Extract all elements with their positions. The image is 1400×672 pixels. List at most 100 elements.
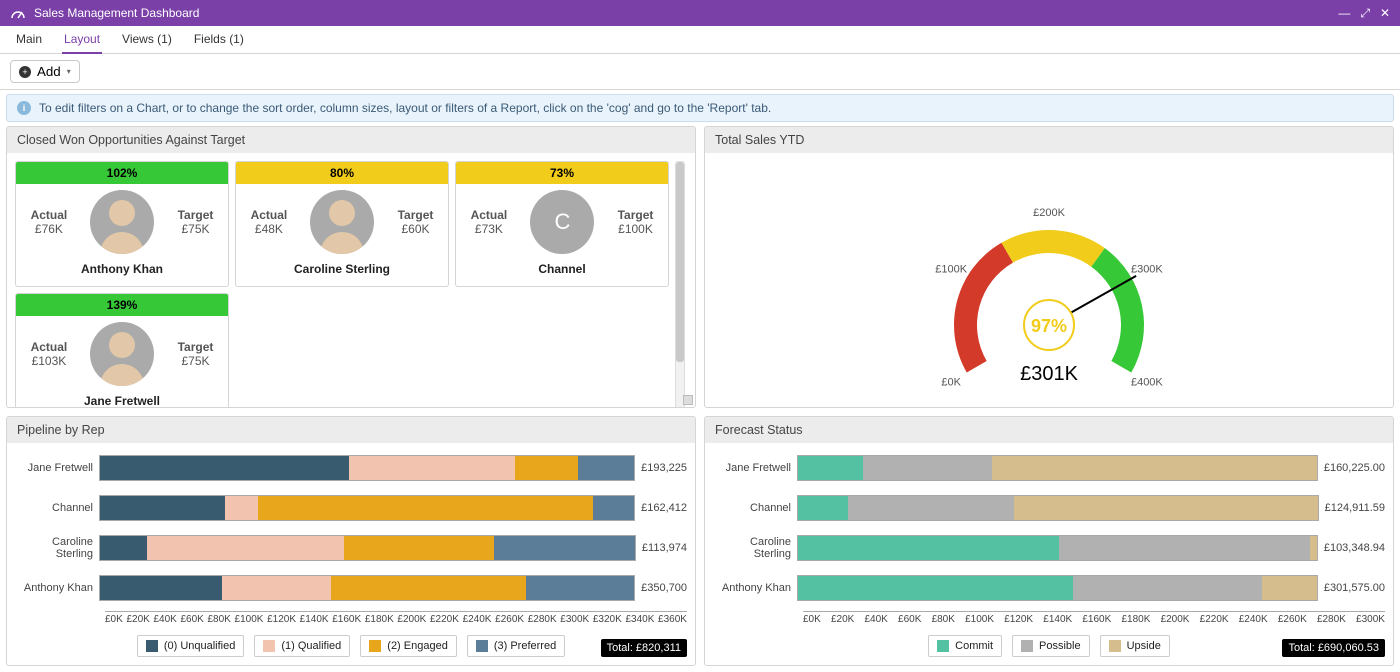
legend-swatch	[476, 640, 488, 652]
legend-item[interactable]: Commit	[928, 635, 1002, 657]
legend-swatch	[369, 640, 381, 652]
resize-grip[interactable]	[683, 395, 693, 405]
actual-value: £103K	[31, 354, 68, 368]
legend-swatch	[263, 640, 275, 652]
minimize-icon[interactable]: —	[1338, 6, 1350, 21]
bar-segment	[578, 456, 634, 480]
scrollbar-thumb[interactable]	[676, 162, 684, 362]
dashboard-icon	[10, 5, 26, 21]
gauge-chart: 97%£301K£0K£100K£200K£300K£400K	[899, 165, 1199, 395]
tab-layout[interactable]: Layout	[62, 26, 102, 54]
bar-segment	[1014, 496, 1317, 520]
bar-segment	[798, 456, 863, 480]
legend-label: (3) Preferred	[494, 640, 556, 652]
bar-segment	[494, 536, 635, 560]
target-label: Target	[178, 340, 214, 354]
rep-pct: 80%	[236, 162, 448, 184]
legend-label: (2) Engaged	[387, 640, 448, 652]
plus-icon: +	[19, 66, 31, 78]
rep-card[interactable]: 73%Actual£73KCTarget£100KChannel	[455, 161, 669, 287]
tabs-bar: Main Layout Views (1) Fields (1)	[0, 26, 1400, 54]
actual-value: £73K	[471, 222, 508, 236]
bar-total: £193,225	[635, 462, 687, 474]
bar-segment	[1310, 536, 1317, 560]
info-text: To edit filters on a Chart, or to change…	[39, 101, 771, 115]
bar-segment	[515, 456, 579, 480]
bar-total: £162,412	[635, 502, 687, 514]
bar-row: Channel£124,911.59	[713, 491, 1385, 525]
panel-title: Forecast Status	[705, 417, 1393, 443]
legend-item[interactable]: (2) Engaged	[360, 635, 457, 657]
legend-label: (0) Unqualified	[164, 640, 236, 652]
rep-card[interactable]: 102%Actual£76KTarget£75KAnthony Khan	[15, 161, 229, 287]
close-icon[interactable]: ✕	[1380, 6, 1390, 21]
avatar	[90, 322, 154, 386]
bar-category: Channel	[713, 502, 797, 514]
tab-views[interactable]: Views (1)	[120, 26, 174, 54]
actual-label: Actual	[251, 208, 288, 222]
expand-icon[interactable]: ⤢	[1360, 6, 1370, 21]
bar-category: Caroline Sterling	[15, 536, 99, 560]
bar-segment	[222, 576, 332, 600]
bar-row: Caroline Sterling £113,974	[15, 531, 687, 565]
bar-segment	[798, 496, 848, 520]
bar-segment	[100, 456, 349, 480]
target-value: £100K	[618, 222, 654, 236]
tab-fields[interactable]: Fields (1)	[192, 26, 246, 54]
rep-pct: 139%	[16, 294, 228, 316]
bar-segment	[349, 456, 515, 480]
actual-label: Actual	[31, 340, 68, 354]
legend: (0) Unqualified (1) Qualified (2) Engaged (…	[15, 635, 687, 657]
target-value: £75K	[178, 222, 214, 236]
bar-row: Anthony Khan£301,575.00	[713, 571, 1385, 605]
legend-label: (1) Qualified	[281, 640, 341, 652]
tab-main[interactable]: Main	[14, 26, 44, 54]
bar-category: Caroline Sterling	[713, 536, 797, 560]
x-axis: £0K£20K£40K£60K£80K£100K£120K£140K£160K£…	[105, 611, 687, 625]
rep-card[interactable]: 139%Actual£103KTarget£75KJane Fretwell	[15, 293, 229, 407]
add-button-label: Add	[37, 64, 61, 79]
panel-title: Total Sales YTD	[705, 127, 1393, 153]
legend-item[interactable]: Possible	[1012, 635, 1090, 657]
legend-item[interactable]: (1) Qualified	[254, 635, 350, 657]
bar-segment	[100, 536, 147, 560]
legend-item[interactable]: Upside	[1100, 635, 1170, 657]
panel-forecast: Forecast Status Jane Fretwell£160,225.00…	[704, 416, 1394, 666]
target-label: Target	[398, 208, 434, 222]
legend-swatch	[1109, 640, 1121, 652]
target-label: Target	[178, 208, 214, 222]
target-value: £75K	[178, 354, 214, 368]
svg-text:£100K: £100K	[935, 264, 967, 276]
bar-category: Jane Fretwell	[713, 462, 797, 474]
legend-label: Possible	[1039, 640, 1081, 652]
target-value: £60K	[398, 222, 434, 236]
actual-value: £48K	[251, 222, 288, 236]
bar-segment	[147, 536, 344, 560]
bar-row: Caroline Sterling£103,348.94	[713, 531, 1385, 565]
bar-segment	[526, 576, 634, 600]
titlebar: Sales Management Dashboard — ⤢ ✕	[0, 0, 1400, 26]
bar-category: Channel	[15, 502, 99, 514]
avatar	[310, 190, 374, 254]
rep-name: Channel	[456, 256, 668, 286]
rep-pct: 102%	[16, 162, 228, 184]
legend-swatch	[1021, 640, 1033, 652]
scrollbar[interactable]	[675, 161, 685, 407]
bar-segment	[863, 456, 993, 480]
forecast-chart: Jane Fretwell£160,225.00Channel£124,911.…	[713, 451, 1385, 657]
legend-item[interactable]: (0) Unqualified	[137, 635, 245, 657]
target-label: Target	[618, 208, 654, 222]
bar-total: £113,974	[636, 542, 687, 554]
rep-card[interactable]: 80%Actual£48KTarget£60KCaroline Sterling	[235, 161, 449, 287]
bar-total: £350,700	[635, 582, 687, 594]
bar-segment	[848, 496, 1014, 520]
legend-item[interactable]: (3) Preferred	[467, 635, 565, 657]
add-button[interactable]: + Add ▾	[10, 60, 80, 83]
svg-text:£300K: £300K	[1131, 264, 1163, 276]
bar-total: £301,575.00	[1318, 582, 1385, 594]
rep-name: Anthony Khan	[16, 256, 228, 286]
bar-segment	[100, 576, 222, 600]
bar-segment	[798, 576, 1073, 600]
grand-total: Total: £820,311	[601, 639, 687, 657]
panel-closed-won: Closed Won Opportunities Against Target …	[6, 126, 696, 408]
